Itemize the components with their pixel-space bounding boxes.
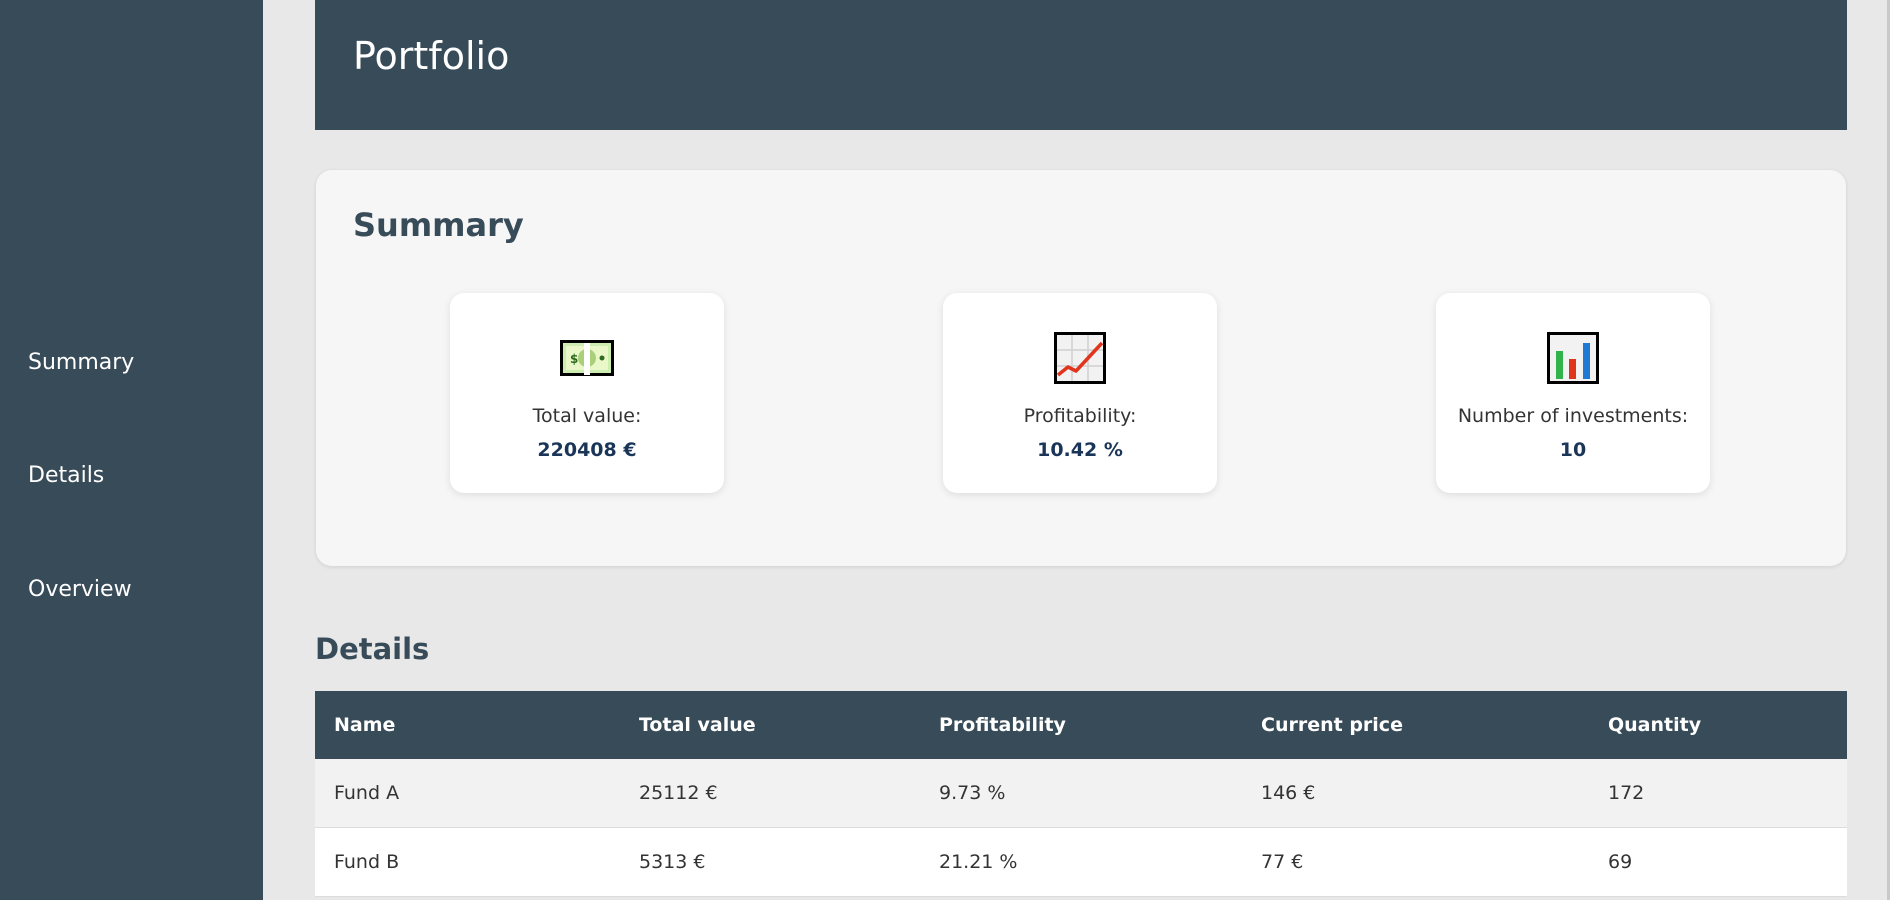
cell-current-price: 146 € — [1242, 759, 1589, 828]
cell-profitability: 9.73 % — [920, 759, 1242, 828]
profitability-value: 10.42 % — [1037, 439, 1123, 461]
cell-total-value: 5313 € — [620, 827, 920, 897]
cell-quantity: 69 — [1589, 827, 1847, 897]
column-header-total-value[interactable]: Total value — [620, 691, 920, 759]
investments-label: Number of investments: — [1457, 405, 1689, 427]
summary-panel: Summary $ Total value: 220408 € Profitab… — [316, 170, 1846, 566]
details-table: Name Total value Profitability Current p… — [315, 691, 1847, 897]
sidebar: Summary Details Overview — [0, 0, 263, 900]
cash-icon: $ — [559, 331, 615, 385]
column-header-name[interactable]: Name — [315, 691, 620, 759]
table-header-row: Name Total value Profitability Current p… — [315, 691, 1847, 759]
svg-text:$: $ — [570, 352, 578, 366]
sidebar-item-overview[interactable]: Overview — [28, 577, 132, 602]
table-row: Fund A 25112 € 9.73 % 146 € 172 — [315, 759, 1847, 828]
page-title: Portfolio — [353, 34, 510, 78]
cell-current-price: 77 € — [1242, 827, 1589, 897]
total-value-label: Total value: — [532, 405, 642, 427]
column-header-profitability[interactable]: Profitability — [920, 691, 1242, 759]
table-row: Fund B 5313 € 21.21 % 77 € 69 — [315, 827, 1847, 897]
column-header-quantity[interactable]: Quantity — [1589, 691, 1847, 759]
page-header: Portfolio — [315, 0, 1847, 130]
total-value-card: $ Total value: 220408 € — [450, 293, 724, 493]
column-header-current-price[interactable]: Current price — [1242, 691, 1589, 759]
investments-card: Number of investments: 10 — [1436, 293, 1710, 493]
bar-chart-icon — [1545, 331, 1601, 385]
sidebar-item-details[interactable]: Details — [28, 463, 104, 488]
summary-title: Summary — [353, 206, 524, 244]
cell-profitability: 21.21 % — [920, 827, 1242, 897]
cell-name: Fund A — [315, 759, 620, 828]
sidebar-item-summary[interactable]: Summary — [28, 350, 134, 375]
profitability-label: Profitability: — [1023, 405, 1137, 427]
line-chart-icon — [1052, 331, 1108, 385]
cell-total-value: 25112 € — [620, 759, 920, 828]
total-value-value: 220408 € — [537, 439, 637, 461]
cell-quantity: 172 — [1589, 759, 1847, 828]
details-title: Details — [315, 632, 430, 666]
investments-value: 10 — [1559, 439, 1587, 461]
cell-name: Fund B — [315, 827, 620, 897]
profitability-card: Profitability: 10.42 % — [943, 293, 1217, 493]
